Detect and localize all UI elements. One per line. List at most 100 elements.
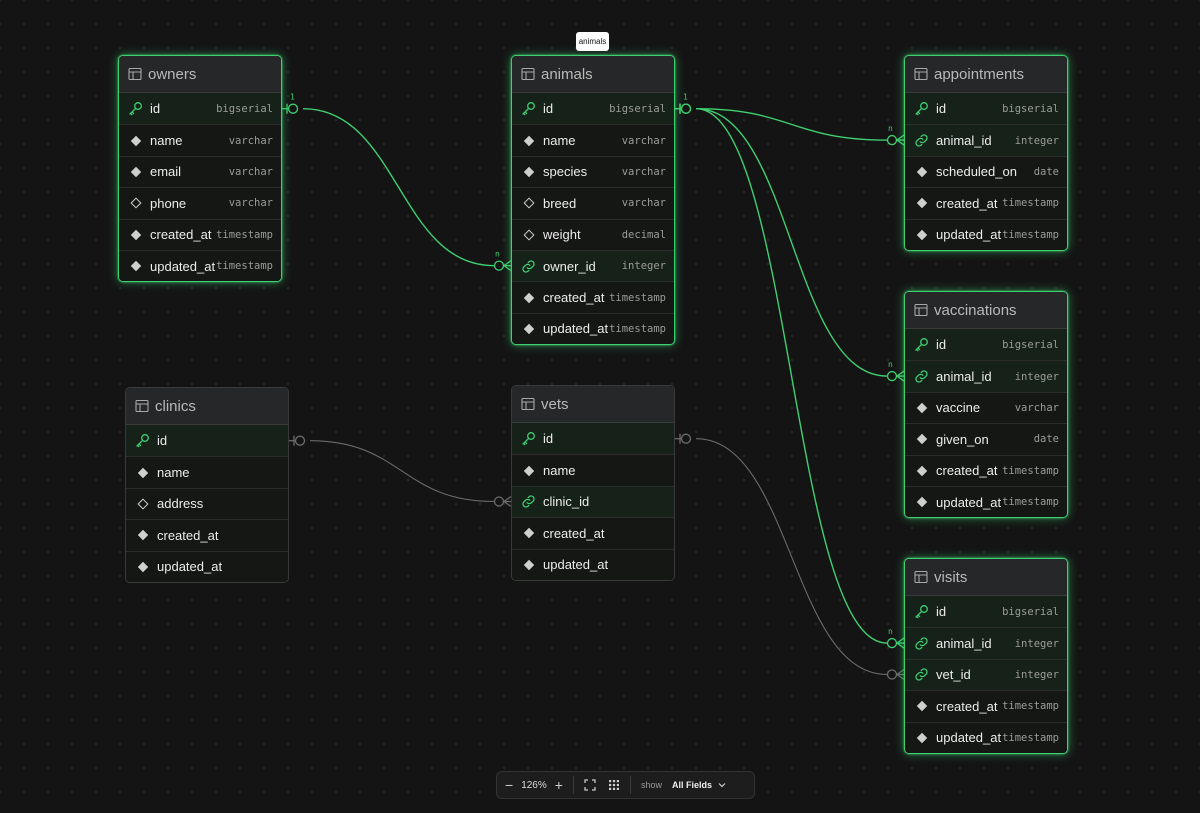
table-header[interactable]: visits bbox=[905, 559, 1067, 596]
filled-diamond-icon bbox=[914, 432, 929, 447]
field-row-created-at[interactable]: created_at bbox=[512, 517, 674, 549]
table-header[interactable]: animals bbox=[512, 56, 674, 93]
field-row-species[interactable]: species varchar bbox=[512, 155, 674, 188]
field-row-name[interactable]: name varchar bbox=[512, 124, 674, 156]
zoom-level: 126% bbox=[521, 779, 547, 791]
field-row-id[interactable]: id bbox=[512, 423, 674, 455]
fields-dropdown[interactable]: All Fields bbox=[672, 780, 726, 790]
field-row-name[interactable]: name varchar bbox=[119, 124, 281, 156]
table-header[interactable]: appointments bbox=[905, 56, 1067, 93]
field-row-address[interactable]: address bbox=[126, 487, 288, 520]
relationship-line bbox=[695, 438, 888, 676]
table-vaccinations[interactable]: vaccinations id bigserial animal_id integer… bbox=[904, 291, 1068, 519]
relationship-line bbox=[309, 440, 495, 503]
key-icon bbox=[521, 101, 536, 116]
field-row-id[interactable]: id bigserial bbox=[119, 93, 281, 125]
field-row-vet-id[interactable]: vet_id integer bbox=[905, 658, 1067, 691]
field-row-email[interactable]: email varchar bbox=[119, 155, 281, 188]
field-type: varchar bbox=[228, 197, 273, 210]
table-appointments[interactable]: appointments id bigserial animal_id integer… bbox=[904, 55, 1068, 251]
table-vets[interactable]: vets id name clinic_id created_at updated_at bbox=[511, 385, 675, 581]
link-icon bbox=[521, 494, 536, 509]
field-row-name[interactable]: name bbox=[512, 454, 674, 486]
field-row-id[interactable]: id bbox=[126, 425, 288, 457]
relationship-line bbox=[695, 107, 888, 644]
field-name: animal_id bbox=[936, 133, 992, 149]
table-icon bbox=[135, 399, 149, 413]
field-row-updated-at[interactable]: updated_at timestamp bbox=[905, 721, 1067, 753]
field-row-id[interactable]: id bigserial bbox=[905, 93, 1067, 125]
field-row-animal-id[interactable]: animal_id integer bbox=[905, 627, 1067, 659]
field-name: created_at bbox=[936, 195, 998, 211]
field-name: name bbox=[150, 133, 183, 149]
table-owners[interactable]: owners id bigserial name varchar email varcha… bbox=[118, 55, 282, 283]
field-row-id[interactable]: id bigserial bbox=[512, 93, 674, 125]
field-row-weight[interactable]: weight decimal bbox=[512, 218, 674, 250]
filled-diamond-icon bbox=[914, 699, 929, 714]
field-row-given-on[interactable]: given_on date bbox=[905, 423, 1067, 455]
grid-icon bbox=[608, 780, 619, 790]
field-row-created-at[interactable]: created_at timestamp bbox=[905, 690, 1067, 722]
field-name: updated_at bbox=[543, 557, 609, 573]
zoom-in-button[interactable]: + bbox=[555, 775, 563, 795]
field-row-scheduled-on[interactable]: scheduled_on date bbox=[905, 155, 1067, 188]
filled-diamond-icon bbox=[521, 164, 536, 179]
field-name: animal_id bbox=[936, 636, 992, 652]
field-row-animal-id[interactable]: animal_id integer bbox=[905, 124, 1067, 156]
table-animals[interactable]: animals id bigserial name varchar species var… bbox=[511, 55, 675, 346]
field-row-updated-at[interactable]: updated_at timestamp bbox=[119, 249, 281, 282]
field-row-vaccine[interactable]: vaccine varchar bbox=[905, 391, 1067, 424]
hollow-diamond-icon bbox=[128, 196, 143, 211]
field-row-updated-at[interactable]: updated_at timestamp bbox=[512, 312, 674, 345]
table-visits[interactable]: visits id bigserial animal_id integer vet_id… bbox=[904, 558, 1068, 754]
field-row-updated-at[interactable]: updated_at timestamp bbox=[905, 485, 1067, 518]
field-name: id bbox=[543, 101, 554, 117]
field-name: clinic_id bbox=[543, 494, 590, 510]
field-row-updated-at[interactable]: updated_at bbox=[126, 550, 288, 582]
field-row-created-at[interactable]: created_at timestamp bbox=[512, 281, 674, 313]
field-row-breed[interactable]: breed varchar bbox=[512, 187, 674, 219]
field-row-created-at[interactable]: created_at timestamp bbox=[119, 218, 281, 250]
table-header[interactable]: vets bbox=[512, 386, 674, 423]
field-name: vet_id bbox=[936, 667, 971, 683]
field-row-id[interactable]: id bigserial bbox=[905, 596, 1067, 628]
table-header[interactable]: owners bbox=[119, 56, 281, 93]
field-row-phone[interactable]: phone varchar bbox=[119, 187, 281, 219]
field-row-created-at[interactable]: created_at timestamp bbox=[905, 187, 1067, 219]
field-row-created-at[interactable]: created_at timestamp bbox=[905, 454, 1067, 486]
field-type: integer bbox=[1014, 637, 1059, 650]
table-header[interactable]: clinics bbox=[126, 388, 288, 425]
field-row-updated-at[interactable]: updated_at timestamp bbox=[905, 218, 1067, 250]
cardinality-one-label: 1 bbox=[290, 93, 295, 102]
field-row-owner-id[interactable]: owner_id integer bbox=[512, 249, 674, 282]
fit-view-button[interactable] bbox=[584, 775, 596, 795]
field-row-id[interactable]: id bigserial bbox=[905, 329, 1067, 361]
field-name: id bbox=[936, 101, 947, 117]
cardinality-one-label: 1 bbox=[683, 93, 688, 102]
table-clinics[interactable]: clinics id name address created_at updated_a… bbox=[125, 387, 289, 583]
field-type: varchar bbox=[228, 165, 273, 178]
field-row-clinic-id[interactable]: clinic_id bbox=[512, 485, 674, 518]
filled-diamond-icon bbox=[914, 463, 929, 478]
optional-circle bbox=[680, 103, 692, 114]
field-row-animal-id[interactable]: animal_id integer bbox=[905, 360, 1067, 392]
field-type: date bbox=[1033, 165, 1059, 178]
zoom-out-button[interactable]: − bbox=[505, 775, 513, 795]
field-name: id bbox=[543, 431, 554, 447]
field-type: varchar bbox=[621, 197, 666, 210]
field-type: bigserial bbox=[1002, 102, 1059, 115]
field-row-created-at[interactable]: created_at bbox=[126, 519, 288, 551]
table-header[interactable]: vaccinations bbox=[905, 292, 1067, 329]
optional-circle bbox=[680, 103, 692, 114]
field-name: created_at bbox=[543, 290, 605, 306]
field-type: integer bbox=[1014, 134, 1059, 147]
filled-diamond-icon bbox=[521, 321, 536, 336]
table-title: vaccinations bbox=[934, 301, 1017, 319]
field-type: bigserial bbox=[609, 102, 666, 115]
grid-toggle-button[interactable] bbox=[608, 775, 620, 795]
field-name: created_at bbox=[936, 698, 998, 714]
field-name: address bbox=[157, 496, 204, 512]
field-row-updated-at[interactable]: updated_at bbox=[512, 548, 674, 580]
field-row-name[interactable]: name bbox=[126, 456, 288, 488]
field-type: timestamp bbox=[1002, 197, 1059, 210]
